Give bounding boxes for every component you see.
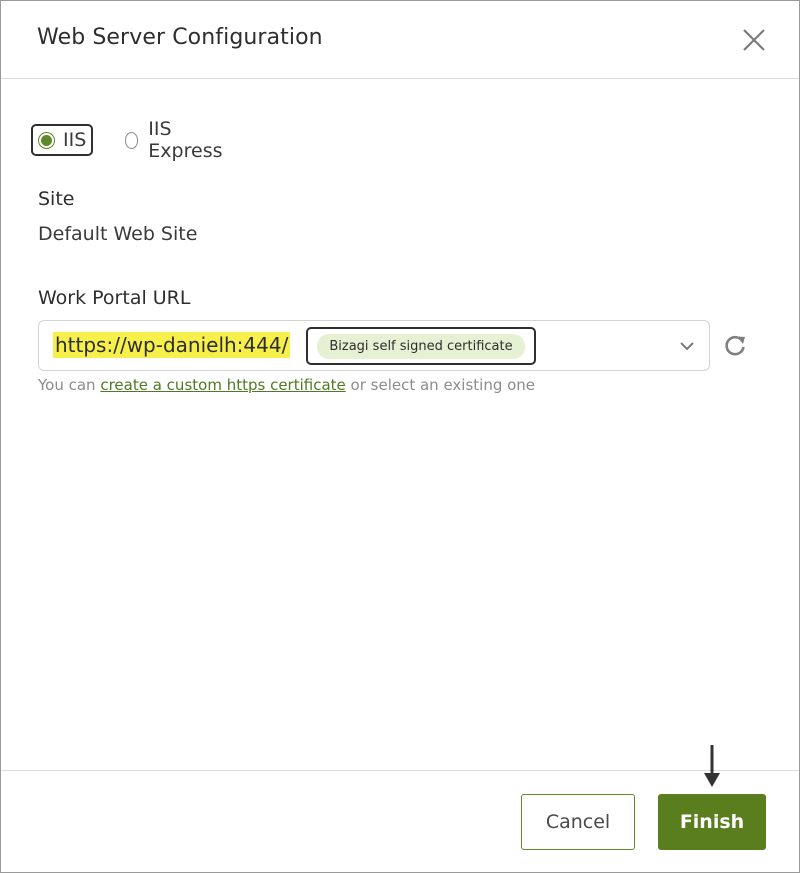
- certificate-label: Bizagi self signed certificate: [317, 333, 525, 359]
- dialog-header: Web Server Configuration: [1, 1, 799, 79]
- close-button[interactable]: [739, 25, 769, 55]
- work-portal-url-label: Work Portal URL: [38, 287, 191, 309]
- finish-button[interactable]: Finish: [658, 794, 766, 850]
- footer-divider: [1, 770, 799, 771]
- radio-iis-label: IIS: [63, 129, 87, 151]
- chevron-down-icon: [680, 342, 694, 351]
- certificate-badge: Bizagi self signed certificate: [306, 327, 536, 365]
- site-label: Site: [38, 188, 75, 210]
- work-portal-url-value: https://wp-danielh:444/: [53, 332, 291, 358]
- refresh-button[interactable]: [722, 333, 748, 359]
- radio-iis-express-label: IIS Express: [148, 118, 223, 162]
- radio-unselected-indicator: [125, 131, 139, 149]
- arrow-down-icon: [704, 745, 720, 787]
- hint-suffix: or select an existing one: [345, 376, 536, 394]
- dialog-title: Web Server Configuration: [37, 25, 323, 50]
- create-certificate-link[interactable]: create a custom https certificate: [100, 376, 345, 394]
- site-value: Default Web Site: [38, 223, 198, 245]
- certificate-hint: You can create a custom https certificat…: [38, 376, 535, 394]
- web-server-configuration-dialog: Web Server Configuration IIS IIS Express…: [0, 0, 800, 873]
- radio-iis-express[interactable]: IIS Express: [125, 118, 226, 162]
- cancel-button[interactable]: Cancel: [521, 794, 635, 850]
- radio-selected-indicator: [38, 131, 55, 149]
- work-portal-url-select[interactable]: https://wp-danielh:444/ Bizagi self sign…: [38, 320, 710, 371]
- radio-iis[interactable]: IIS: [31, 124, 93, 156]
- close-icon: [743, 29, 765, 51]
- hint-prefix: You can: [38, 376, 101, 394]
- refresh-icon: [725, 335, 745, 356]
